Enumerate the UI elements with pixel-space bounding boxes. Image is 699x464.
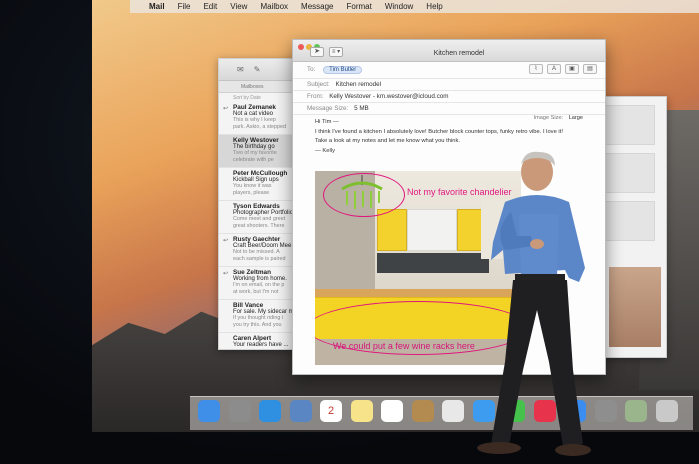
white-cabinet xyxy=(407,209,457,251)
menu-edit[interactable]: Edit xyxy=(203,2,217,11)
menu-mailbox[interactable]: Mailbox xyxy=(260,2,288,11)
contacts-icon[interactable] xyxy=(411,400,434,422)
to-field-row: To: Tim Butler ⌇ A ▣ ▤ xyxy=(293,62,605,79)
compose-window-title: Kitchen remodel xyxy=(433,50,485,57)
image-size-control[interactable]: Image Size: Large xyxy=(534,114,583,124)
trash-icon[interactable] xyxy=(655,400,678,422)
attachment-icon[interactable]: ⌇ xyxy=(529,64,543,74)
safari-icon[interactable] xyxy=(259,400,281,422)
launchpad-icon[interactable] xyxy=(228,400,251,422)
photo-browser-icon[interactable]: ▣ xyxy=(565,64,579,74)
photos-icon[interactable] xyxy=(442,400,464,422)
replied-icon: ↩ xyxy=(223,238,229,244)
mail-stamp-icon[interactable] xyxy=(289,400,312,422)
recipient-token[interactable]: Tim Butler xyxy=(323,66,363,74)
subject-value[interactable]: Kitchen remodel xyxy=(336,81,382,88)
yellow-cabinet xyxy=(377,209,407,251)
background-card xyxy=(603,105,655,145)
calendar-icon[interactable]: 2 xyxy=(320,400,342,422)
menubar-app-name[interactable]: Mail xyxy=(149,2,165,11)
image-size-label: Image Size: xyxy=(533,115,564,121)
subject-field-row[interactable]: Subject: Kitchen remodel xyxy=(293,79,605,91)
stationery-icon[interactable]: ▤ xyxy=(583,64,597,74)
font-button[interactable]: A xyxy=(547,64,561,74)
preview-icon[interactable] xyxy=(625,400,647,422)
from-field-row[interactable]: From: Kelly Westover - km.westover@iclou… xyxy=(293,91,605,103)
notes-icon[interactable] xyxy=(350,400,373,422)
replied-icon: ↩ xyxy=(223,106,229,112)
menu-window[interactable]: Window xyxy=(385,2,413,11)
compose-icon[interactable]: ✎ xyxy=(254,65,261,74)
finder-icon[interactable] xyxy=(198,400,220,422)
message-size-value: 5 MB xyxy=(354,105,369,112)
compose-titlebar: ➤ ≡ ▾ Kitchen remodel xyxy=(293,40,605,62)
menu-file[interactable]: File xyxy=(178,2,191,11)
menubar: Mail File Edit View Mailbox Message Form… xyxy=(130,0,699,13)
menu-format[interactable]: Format xyxy=(347,2,372,11)
chandelier-annotation-circle xyxy=(323,173,405,217)
subject-label: Subject: xyxy=(307,81,330,88)
replied-icon: ↩ xyxy=(223,271,229,277)
menu-help[interactable]: Help xyxy=(426,2,442,11)
reminders-icon[interactable] xyxy=(381,400,403,422)
menu-view[interactable]: View xyxy=(230,2,247,11)
get-mail-icon[interactable]: ✉ xyxy=(237,65,244,74)
body-line: Take a look at my notes and let me know … xyxy=(315,138,460,144)
from-value[interactable]: Kelly Westover - km.westover@icloud.com xyxy=(329,93,448,100)
presenter xyxy=(477,151,591,456)
to-label: To: xyxy=(307,66,316,73)
image-size-select[interactable]: Large xyxy=(569,115,583,121)
wine-rack-annotation-text: We could put a few wine racks here xyxy=(333,341,475,351)
from-label: From: xyxy=(307,93,324,100)
message-size-label: Message Size: xyxy=(307,105,349,112)
body-line: I think I've found a kitchen I absolutel… xyxy=(315,128,563,135)
menu-message[interactable]: Message xyxy=(301,2,333,11)
compose-format-toolbar: ⌇ A ▣ ▤ xyxy=(529,64,597,74)
